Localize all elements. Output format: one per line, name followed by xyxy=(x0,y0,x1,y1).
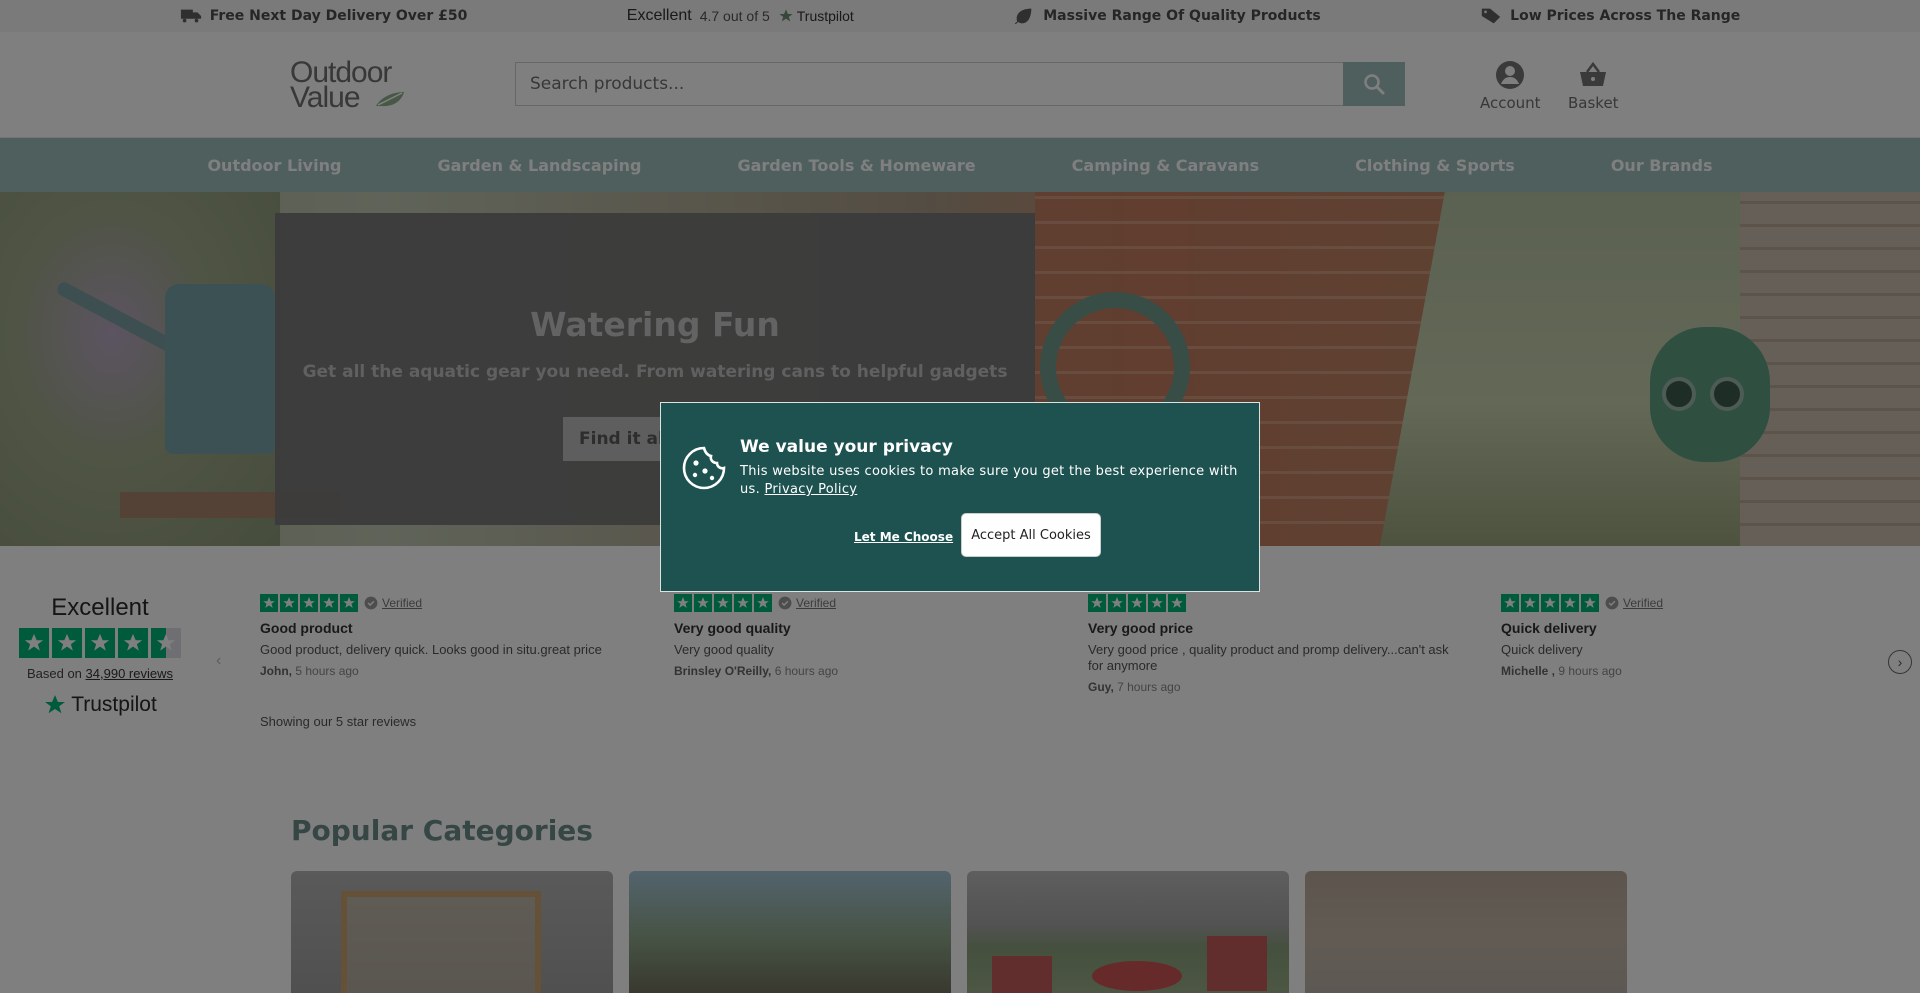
cookie-consent-dialog: We value your privacy This website uses … xyxy=(660,402,1260,592)
cookie-title: We value your privacy xyxy=(740,437,953,457)
let-me-choose-button[interactable]: Let Me Choose xyxy=(854,530,953,544)
cookie-icon xyxy=(682,446,726,490)
privacy-policy-link[interactable]: Privacy Policy xyxy=(764,482,857,497)
accept-all-cookies-button[interactable]: Accept All Cookies xyxy=(961,513,1101,557)
cookie-text: This website uses cookies to make sure y… xyxy=(740,463,1240,499)
